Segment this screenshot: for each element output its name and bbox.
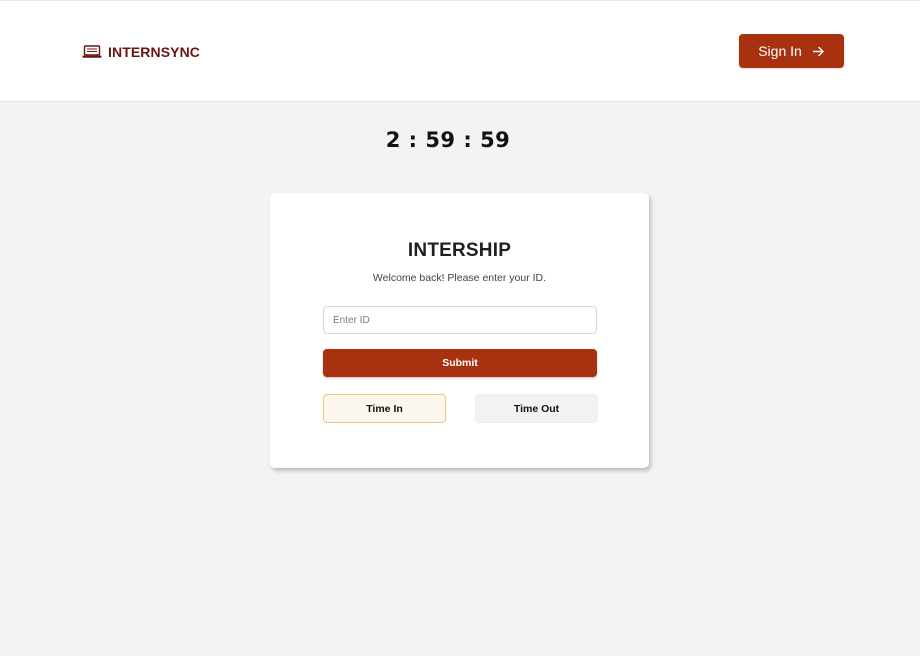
time-out-button[interactable]: Time Out [475, 394, 598, 423]
card-subtitle: Welcome back! Please enter your ID. [372, 272, 547, 284]
login-card: INTERSHIP Welcome back! Please enter you… [270, 193, 649, 468]
arrow-right-icon [812, 46, 824, 56]
sign-in-label: Sign In [758, 43, 802, 59]
card-title: INTERSHIP [407, 240, 512, 261]
countdown-timer: 2 : 59 : 59 [385, 128, 511, 152]
id-input[interactable] [323, 306, 597, 334]
top-navbar: INTERNSYNC Sign In [0, 0, 920, 102]
laptop-icon [82, 45, 102, 58]
submit-button[interactable]: Submit [323, 349, 597, 377]
time-in-button[interactable]: Time In [323, 394, 446, 423]
brand-logo[interactable]: INTERNSYNC [82, 44, 200, 60]
sign-in-button[interactable]: Sign In [739, 34, 844, 68]
brand-name: INTERNSYNC [108, 44, 201, 60]
